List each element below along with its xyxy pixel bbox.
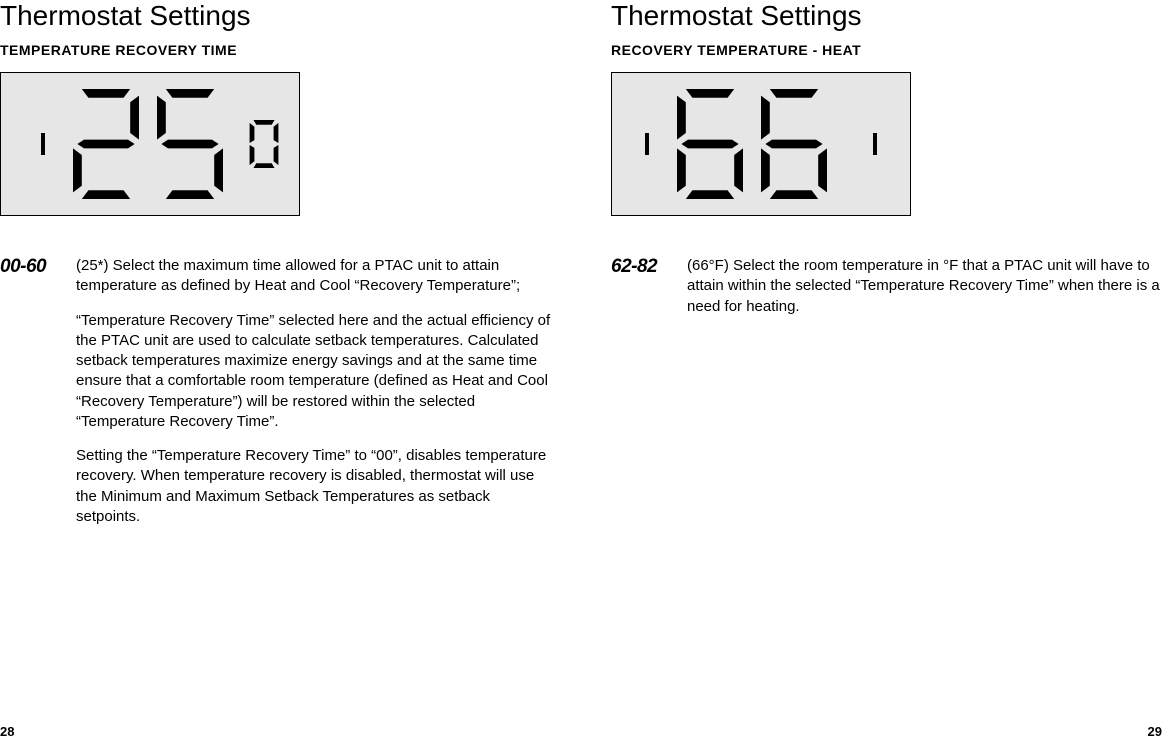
digit-icon — [67, 89, 145, 199]
page-title-right: Thermostat Settings — [611, 0, 1162, 32]
section-label-right: RECOVERY TEMPERATURE - HEAT — [611, 42, 1162, 58]
lcd-main-digits-left — [67, 89, 229, 199]
tick-icon — [641, 120, 653, 168]
lcd-content-left — [1, 89, 299, 199]
desc-paragraph: (66°F) Select the room temperature in °F… — [687, 256, 1162, 317]
page-number-right: 29 — [1148, 724, 1162, 739]
lcd-left-marker — [623, 120, 671, 168]
desc-paragraph: Setting the “Temperature Recovery Time” … — [76, 446, 551, 527]
lcd-left-marker — [19, 120, 67, 168]
description-row-left: 00-60 (25*) Select the maximum time allo… — [0, 256, 551, 527]
digit-icon — [247, 120, 281, 168]
description-text-right: (66°F) Select the room temperature in °F… — [687, 256, 1162, 317]
section-label-left: TEMPERATURE RECOVERY TIME — [0, 42, 551, 58]
lcd-small-digit-left — [247, 120, 281, 168]
lcd-main-digits-right — [671, 89, 833, 199]
desc-paragraph: (25*) Select the maximum time allowed fo… — [76, 256, 551, 297]
tick-icon — [869, 120, 881, 168]
lcd-small-digit-right — [851, 120, 899, 168]
page-title-left: Thermostat Settings — [0, 0, 551, 32]
range-label-left: 00-60 — [0, 256, 58, 278]
description-row-right: 62-82 (66°F) Select the room temperature… — [611, 256, 1162, 317]
lcd-display-left — [0, 72, 300, 216]
digit-icon — [755, 89, 833, 199]
lcd-content-right — [612, 89, 910, 199]
page-left: Thermostat Settings TEMPERATURE RECOVERY… — [0, 0, 581, 749]
digit-icon — [151, 89, 229, 199]
description-text-left: (25*) Select the maximum time allowed fo… — [76, 256, 551, 527]
digit-icon — [671, 89, 749, 199]
range-label-right: 62-82 — [611, 256, 669, 278]
page-number-left: 28 — [0, 724, 14, 739]
page-right: Thermostat Settings RECOVERY TEMPERATURE… — [581, 0, 1162, 749]
tick-icon — [37, 120, 49, 168]
desc-paragraph: “Temperature Recovery Time” selected her… — [76, 311, 551, 433]
lcd-display-right — [611, 72, 911, 216]
page-spread: Thermostat Settings TEMPERATURE RECOVERY… — [0, 0, 1162, 749]
